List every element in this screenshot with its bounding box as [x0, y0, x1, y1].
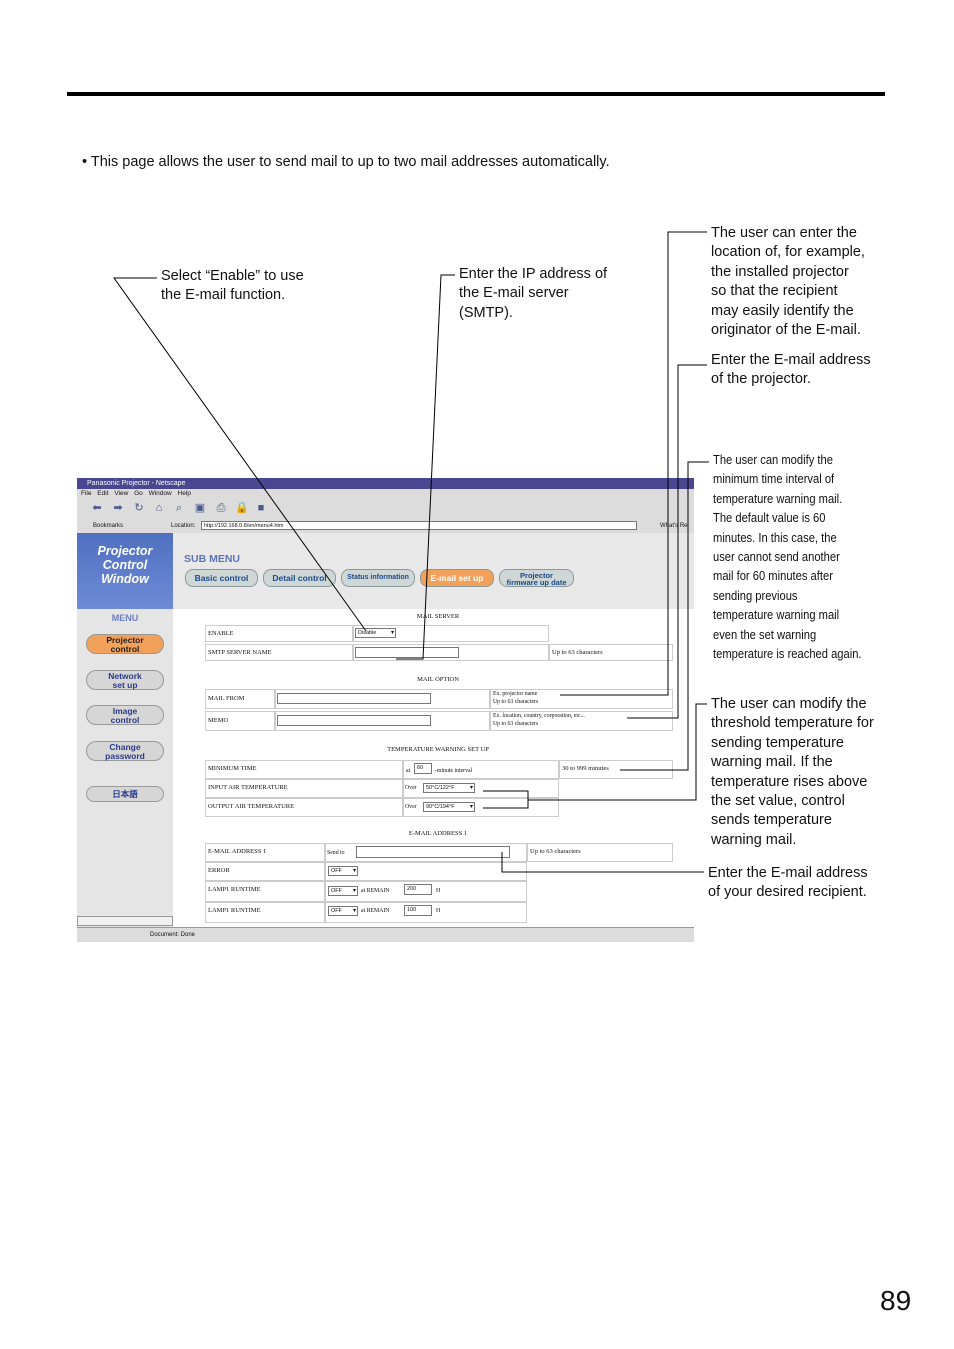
leader-projector-address — [627, 364, 707, 719]
leader-smtp — [396, 274, 455, 660]
page-number: 89 — [880, 1285, 912, 1316]
callout-leader-lines — [113, 231, 709, 873]
leader-location — [560, 231, 707, 696]
bracket-temp — [483, 790, 529, 809]
leader-threshold — [528, 703, 707, 801]
leader-enable — [113, 277, 367, 632]
leader-recipient — [501, 852, 704, 873]
